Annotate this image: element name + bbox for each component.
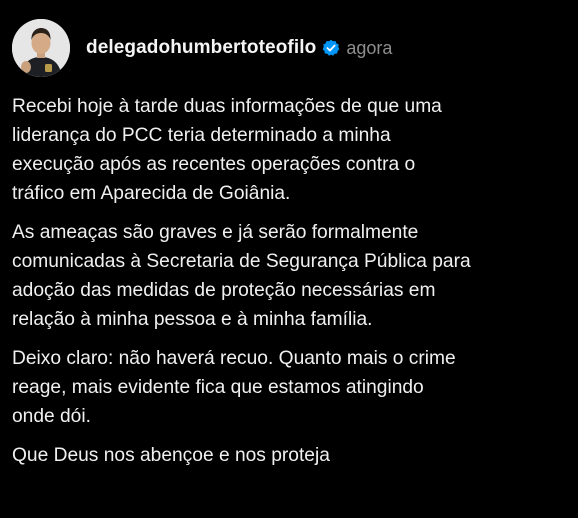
caption-paragraph: Que Deus nos abençoe e nos proteja bbox=[12, 445, 330, 466]
avatar[interactable] bbox=[12, 19, 70, 77]
post-caption: Recebi hoje à tarde duas informações de … bbox=[12, 92, 568, 480]
username-link[interactable]: delegadohumbertoteofilo bbox=[86, 36, 316, 60]
caption-paragraph: As ameaças são graves e já serão formalm… bbox=[12, 222, 471, 330]
post-header: delegadohumbertoteofilo agora bbox=[12, 18, 572, 78]
post-meta: delegadohumbertoteofilo agora bbox=[86, 36, 392, 60]
caption-paragraph: Recebi hoje à tarde duas informações de … bbox=[12, 96, 442, 204]
verified-badge-icon bbox=[322, 39, 340, 57]
profile-photo bbox=[12, 19, 70, 77]
post: delegadohumbertoteofilo agora Recebi hoj… bbox=[0, 0, 578, 518]
post-timestamp: agora bbox=[346, 38, 393, 58]
caption-paragraph: Deixo claro: não haverá recuo. Quanto ma… bbox=[12, 348, 456, 427]
